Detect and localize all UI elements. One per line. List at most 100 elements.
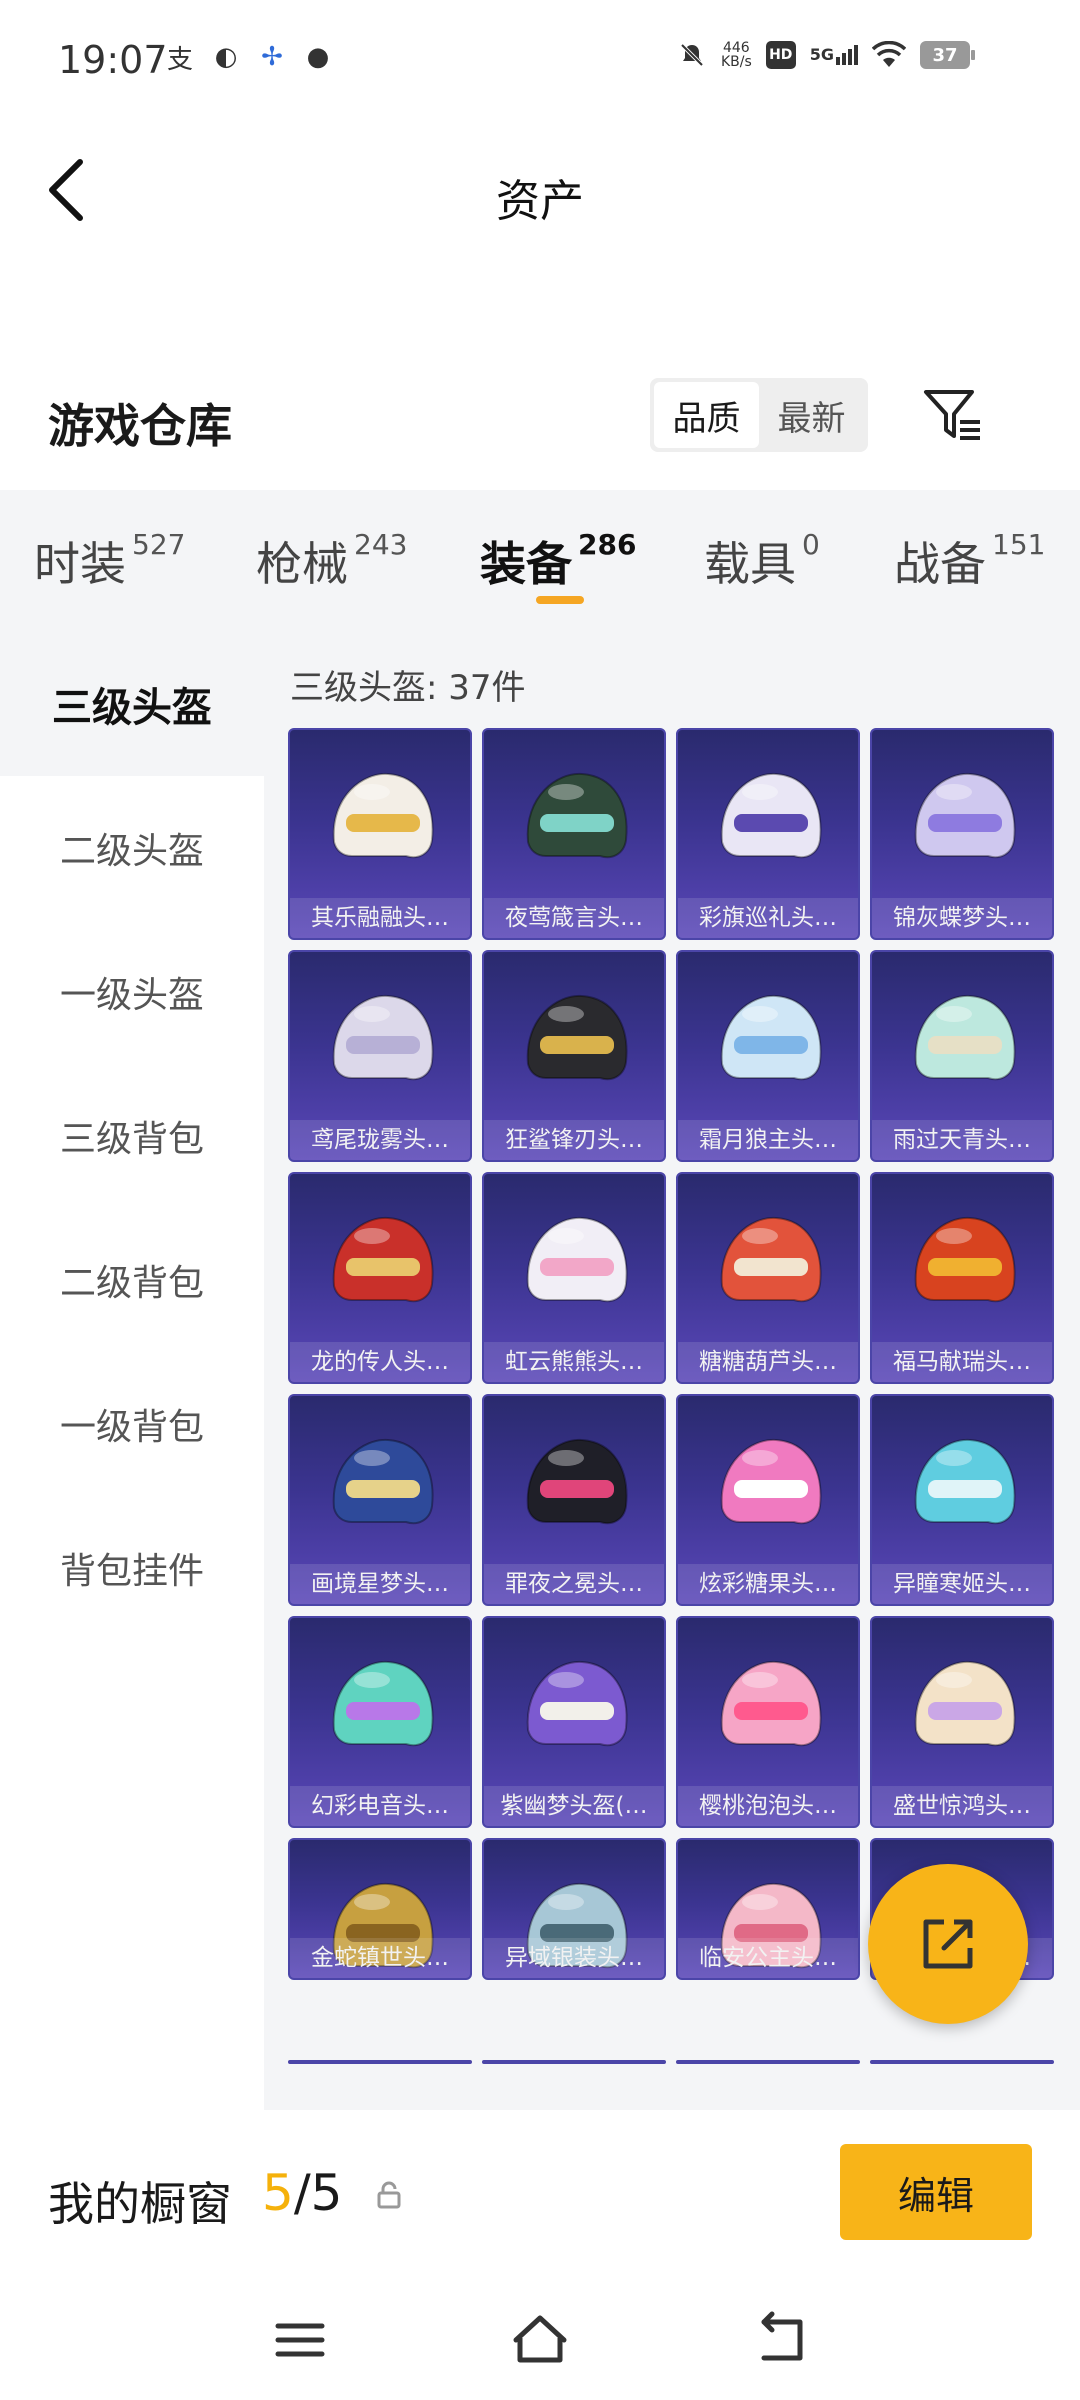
item-card[interactable]: 画境星梦头… bbox=[288, 1394, 472, 1606]
item-card[interactable]: 鸢尾珑雾头… bbox=[288, 950, 472, 1162]
sort-newest-option[interactable]: 最新 bbox=[759, 382, 864, 448]
item-card[interactable]: 彩旗巡礼头… bbox=[676, 728, 860, 940]
tab-fashion[interactable]: 时装 527 bbox=[34, 528, 185, 594]
alipay-icon: 支 bbox=[166, 44, 193, 75]
item-card[interactable]: 虹云熊熊头… bbox=[482, 1172, 666, 1384]
sidebar-item-level2-backpack[interactable]: 二级背包 bbox=[0, 1208, 264, 1352]
network-speed: 446 KB/s bbox=[721, 41, 752, 69]
item-name: 异域银装头… bbox=[484, 1938, 664, 1978]
item-card[interactable]: 夜莺箴言头… bbox=[482, 728, 666, 940]
tab-vehicles[interactable]: 载具 0 bbox=[704, 528, 820, 594]
page-header: 资产 bbox=[0, 120, 1080, 260]
helmet-icon bbox=[332, 994, 434, 1081]
helmet-icon bbox=[720, 772, 822, 859]
showcase-separator: / bbox=[293, 2164, 311, 2222]
item-card[interactable]: 炫彩糖果头… bbox=[676, 1394, 860, 1606]
sidebar-item-level2-helmet[interactable]: 二级头盔 bbox=[0, 776, 264, 920]
menu-button[interactable] bbox=[268, 2308, 332, 2372]
item-card[interactable]: 狂鲨锋刃头… bbox=[482, 950, 666, 1162]
item-card[interactable]: 金蛇镇世头… bbox=[288, 1838, 472, 1980]
helmet-icon bbox=[526, 772, 628, 859]
item-card[interactable]: 异瞳寒姬头… bbox=[870, 1394, 1054, 1606]
helmet-icon bbox=[332, 1216, 434, 1303]
filter-icon bbox=[924, 390, 980, 440]
sidebar-item-level1-backpack[interactable]: 一级背包 bbox=[0, 1352, 264, 1496]
item-card[interactable]: 幻彩电音头… bbox=[288, 1616, 472, 1828]
item-card[interactable]: 其乐融融头… bbox=[288, 728, 472, 940]
item-name: 狂鲨锋刃头… bbox=[484, 1120, 664, 1160]
item-card[interactable]: 异域银装头… bbox=[482, 1838, 666, 1980]
item-name: 虹云熊熊头… bbox=[484, 1342, 664, 1382]
active-tab-indicator bbox=[536, 596, 584, 604]
speed-unit: KB/s bbox=[720, 54, 752, 70]
status-time: 19:07 bbox=[58, 38, 168, 82]
item-name: 锦灰蝶梦头… bbox=[872, 898, 1052, 938]
sort-toggle: 品质 最新 bbox=[650, 378, 868, 452]
page-title: 资产 bbox=[496, 176, 584, 227]
back-nav-button[interactable] bbox=[750, 2308, 814, 2372]
share-icon bbox=[923, 1919, 973, 1969]
item-name: 龙的传人头… bbox=[290, 1342, 470, 1382]
helmet-icon bbox=[332, 1438, 434, 1525]
helmet-icon bbox=[332, 772, 434, 859]
sidebar-item-level3-backpack[interactable]: 三级背包 bbox=[0, 1064, 264, 1208]
helmet-icon bbox=[914, 1660, 1016, 1747]
item-card[interactable]: 龙的传人头… bbox=[288, 1172, 472, 1384]
helmet-icon bbox=[914, 1438, 1016, 1525]
wifi-icon bbox=[872, 41, 906, 67]
hd-icon: HD bbox=[765, 41, 796, 69]
item-name: 夜莺箴言头… bbox=[484, 898, 664, 938]
menu-icon bbox=[275, 2323, 325, 2357]
speed-value: 446 bbox=[722, 40, 750, 56]
item-name: 福马献瑞头… bbox=[872, 1342, 1052, 1382]
filter-button[interactable] bbox=[920, 382, 986, 448]
showcase-title: 我的橱窗 bbox=[48, 2177, 232, 2231]
tab-label: 战备 bbox=[894, 537, 986, 591]
sidebar-item-level3-helmet[interactable]: 三级头盔 bbox=[0, 632, 264, 776]
item-card[interactable] bbox=[870, 2060, 1054, 2064]
tab-count: 286 bbox=[578, 528, 637, 561]
item-card[interactable]: 福马献瑞头… bbox=[870, 1172, 1054, 1384]
sort-quality-option[interactable]: 品质 bbox=[654, 382, 759, 448]
item-name: 炫彩糖果头… bbox=[678, 1564, 858, 1604]
helmet-icon bbox=[720, 994, 822, 1081]
home-button[interactable] bbox=[508, 2308, 572, 2372]
item-card[interactable]: 锦灰蝶梦头… bbox=[870, 728, 1054, 940]
tab-gear[interactable]: 战备 151 bbox=[894, 528, 1045, 594]
category-tabs: 时装 527 枪械 243 装备 286 载具 0 战备 151 bbox=[0, 490, 1080, 632]
helmet-icon bbox=[526, 1660, 628, 1747]
item-card[interactable]: 霜月狼主头… bbox=[676, 950, 860, 1162]
system-nav-bar bbox=[0, 2280, 1080, 2400]
tab-equipment[interactable]: 装备 286 bbox=[480, 528, 636, 594]
item-name: 异瞳寒姬头… bbox=[872, 1564, 1052, 1604]
item-name: 罪夜之冕头… bbox=[484, 1564, 664, 1604]
sidebar-item-level1-helmet[interactable]: 一级头盔 bbox=[0, 920, 264, 1064]
helmet-icon bbox=[914, 772, 1016, 859]
item-name: 其乐融融头… bbox=[290, 898, 470, 938]
showcase-bar: 我的橱窗 5/5 编辑 bbox=[0, 2110, 1080, 2280]
item-card[interactable]: 樱桃泡泡头… bbox=[676, 1616, 860, 1828]
item-card[interactable]: 紫幽梦头盔(… bbox=[482, 1616, 666, 1828]
item-card[interactable]: 糖糖葫芦头… bbox=[676, 1172, 860, 1384]
status-notification-icons: 支 ◐ ✢ ● bbox=[165, 42, 333, 75]
tab-firearms[interactable]: 枪械 243 bbox=[256, 528, 407, 594]
item-card[interactable]: 盛世惊鸿头… bbox=[870, 1616, 1054, 1828]
telecom-icon: ✢ bbox=[261, 42, 283, 72]
tab-label: 枪械 bbox=[256, 537, 348, 591]
share-button[interactable] bbox=[868, 1864, 1028, 2024]
home-icon bbox=[513, 2315, 567, 2363]
helmet-icon bbox=[914, 1216, 1016, 1303]
sidebar-item-backpack-charm[interactable]: 背包挂件 bbox=[0, 1496, 264, 1640]
tab-label: 载具 bbox=[704, 537, 796, 591]
item-card[interactable]: 罪夜之冕头… bbox=[482, 1394, 666, 1606]
showcase-current: 5 bbox=[262, 2164, 294, 2222]
status-bar: 19:07 支 ◐ ✢ ● 446 KB/s HD 5G 37 bbox=[0, 0, 1080, 120]
item-card[interactable] bbox=[482, 2060, 666, 2064]
item-card[interactable]: 雨过天青头… bbox=[870, 950, 1054, 1162]
edit-button[interactable]: 编辑 bbox=[840, 2144, 1032, 2240]
item-card[interactable]: 临安公主头… bbox=[676, 1838, 860, 1980]
lock-icon bbox=[377, 2181, 401, 2209]
item-card[interactable] bbox=[288, 2060, 472, 2064]
item-name: 幻彩电音头… bbox=[290, 1786, 470, 1826]
item-card[interactable] bbox=[676, 2060, 860, 2064]
